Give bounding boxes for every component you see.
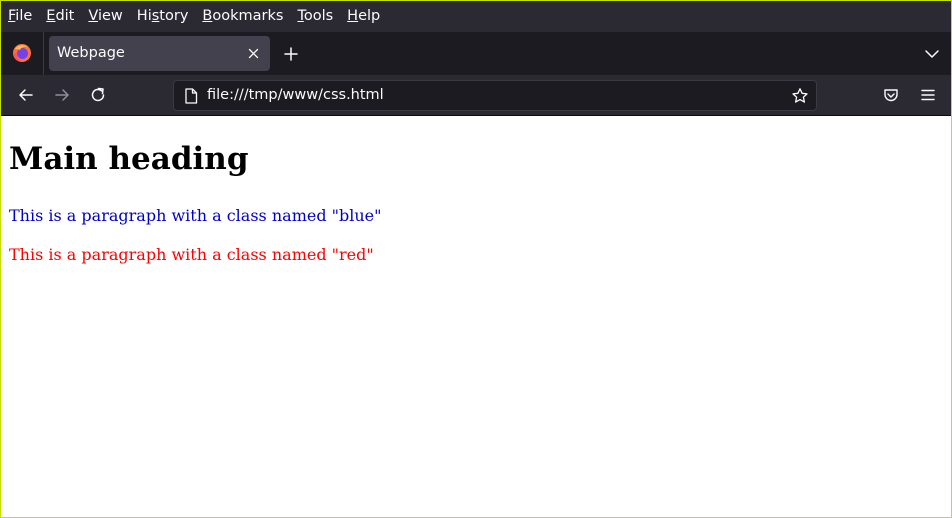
url-text[interactable]: file:///tmp/www/css.html <box>207 81 384 110</box>
tab-title: Webpage <box>57 45 125 61</box>
firefox-logo-icon[interactable] <box>12 43 32 63</box>
menu-history[interactable]: History <box>137 1 189 32</box>
menu-bar: File Edit View History Bookmarks Tools H… <box>1 1 951 32</box>
menu-edit[interactable]: Edit <box>46 1 74 32</box>
url-bar[interactable]: file:///tmp/www/css.html <box>173 80 817 111</box>
chevron-down-icon[interactable] <box>924 46 940 62</box>
tab-separator <box>43 32 44 75</box>
tab-webpage[interactable]: Webpage <box>49 36 270 71</box>
forward-arrow-icon[interactable] <box>53 86 71 104</box>
menu-bookmarks[interactable]: Bookmarks <box>202 1 283 32</box>
pocket-icon[interactable] <box>882 86 900 104</box>
reload-icon[interactable] <box>89 86 107 104</box>
browser-window: File Edit View History Bookmarks Tools H… <box>0 0 952 518</box>
navigation-toolbar: file:///tmp/www/css.html <box>1 75 951 116</box>
new-tab-plus-icon[interactable] <box>281 44 301 64</box>
main-heading: Main heading <box>9 141 249 177</box>
paragraph-blue: This is a paragraph with a class named "… <box>9 206 382 225</box>
page-content: Main heading This is a paragraph with a … <box>1 117 951 517</box>
menu-view[interactable]: View <box>88 1 122 32</box>
tab-strip: Webpage <box>1 32 951 75</box>
bookmark-star-icon[interactable] <box>791 87 809 105</box>
hamburger-menu-icon[interactable] <box>919 86 937 104</box>
menu-help[interactable]: Help <box>347 1 380 32</box>
page-icon <box>184 88 198 104</box>
menu-file[interactable]: File <box>8 1 32 32</box>
close-icon[interactable] <box>245 45 262 62</box>
paragraph-red: This is a paragraph with a class named "… <box>9 245 374 264</box>
menu-tools[interactable]: Tools <box>297 1 333 32</box>
back-arrow-icon[interactable] <box>17 86 35 104</box>
